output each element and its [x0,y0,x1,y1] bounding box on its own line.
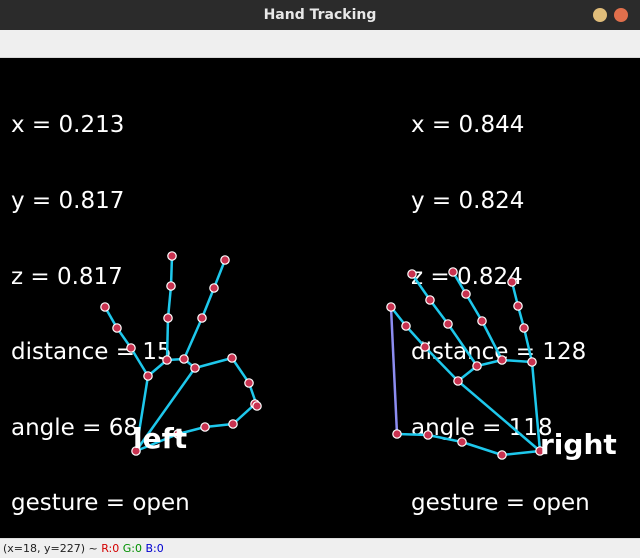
bone [166,285,173,319]
joint-landmark [423,430,433,440]
joint-landmark [448,267,458,277]
pixel-red-value: R:0 [101,542,120,555]
bone [129,347,150,377]
joint-landmark [461,289,471,299]
joint-landmark [126,343,136,353]
joint-landmark [497,450,507,460]
right-hand-skeleton [386,267,545,460]
video-canvas: x = 0.213 y = 0.817 z = 0.817 distance =… [0,58,640,538]
window-title: Hand Tracking [263,7,377,23]
pixel-blue-value: B:0 [145,542,164,555]
status-bar: (x=18, y=227) ~ R:0 G:0 B:0 [0,538,640,558]
joint-landmark [112,323,122,333]
left-hand-label: left [133,422,188,455]
joint-landmark [386,302,396,312]
hand-skeletons [100,251,545,460]
joint-landmark [472,361,482,371]
bone [427,433,463,444]
joint-landmark [401,321,411,331]
bone [457,380,541,452]
bone [424,346,459,382]
joint-landmark [220,255,230,265]
joint-landmark [209,283,219,293]
joint-landmark [200,422,210,432]
minimize-button[interactable] [593,8,607,22]
joint-landmark [420,342,430,352]
bone [200,287,216,319]
palm-edge [389,306,399,435]
joint-landmark [477,316,487,326]
joint-landmark [100,302,110,312]
joint-landmark [166,281,176,291]
joint-landmark [407,269,417,279]
toolbar [0,30,640,58]
bone [446,323,479,367]
right-hand-label: right [540,428,617,461]
cursor-coords: (x=18, y=227) ~ [3,542,102,555]
pixel-green-value: G:0 [122,542,142,555]
joint-landmark [227,353,237,363]
title-bar: Hand Tracking [0,0,640,30]
joint-landmark [252,401,262,411]
bone [194,356,233,370]
bone [501,449,541,457]
joint-landmark [392,429,402,439]
joint-landmark [179,354,189,364]
bone [480,320,504,361]
joint-landmark [197,313,207,323]
joint-landmark [244,378,254,388]
bone [165,317,170,361]
joint-landmark [519,323,529,333]
joint-landmark [457,437,467,447]
joint-landmark [162,355,172,365]
joint-landmark [497,355,507,365]
joint-landmark [453,376,463,386]
joint-landmark [527,357,537,367]
bone [522,327,534,363]
bone [461,440,503,457]
joint-landmark [190,363,200,373]
joint-landmark [163,313,173,323]
joint-landmark [443,319,453,329]
joint-landmark [228,419,238,429]
bone [530,361,542,452]
joint-landmark [425,295,435,305]
joint-landmark [143,371,153,381]
close-button[interactable] [614,8,628,22]
bone [182,317,204,360]
joint-landmark [167,251,177,261]
joint-landmark [513,301,523,311]
joint-landmark [507,277,517,287]
